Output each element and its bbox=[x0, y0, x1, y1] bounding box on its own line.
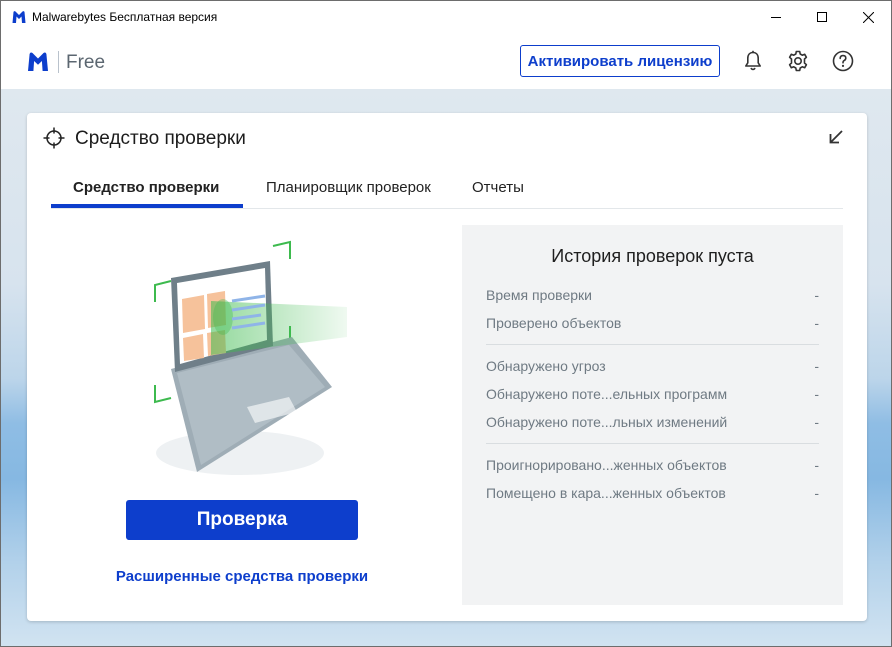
history-row-value: - bbox=[814, 315, 819, 331]
advanced-scanners-link[interactable]: Расширенные средства проверки bbox=[87, 568, 397, 585]
history-row: Проигнорировано...женных объектов - bbox=[486, 457, 819, 477]
close-icon bbox=[862, 11, 874, 23]
history-row-label: Обнаружено поте...ельных программ bbox=[486, 386, 728, 402]
history-row: Помещено в кара...женных объектов - bbox=[486, 485, 819, 505]
history-row: Обнаружено поте...ельных программ - bbox=[486, 386, 819, 406]
notifications-bell-icon[interactable] bbox=[741, 49, 765, 73]
activate-license-button[interactable]: Активировать лицензию bbox=[520, 45, 720, 77]
history-row-value: - bbox=[814, 386, 819, 402]
collapse-arrow-icon[interactable] bbox=[827, 128, 845, 146]
window-title: Malwarebytes Бесплатная версия bbox=[32, 10, 218, 24]
laptop-scan-illustration bbox=[154, 240, 347, 475]
tab-scanner[interactable]: Средство проверки bbox=[73, 179, 219, 196]
scan-button[interactable]: Проверка bbox=[126, 500, 358, 540]
scanner-tabs: Средство проверки Планировщик проверок О… bbox=[51, 171, 843, 209]
history-row-label: Обнаружено поте...льных изменений bbox=[486, 414, 728, 430]
history-row-label: Время проверки bbox=[486, 287, 592, 303]
malwarebytes-brand-icon bbox=[28, 52, 48, 71]
history-row-label: Проверено объектов bbox=[486, 315, 622, 331]
history-row-value: - bbox=[814, 485, 819, 501]
history-row-label: Проигнорировано...женных объектов bbox=[486, 457, 727, 473]
title-bar: Malwarebytes Бесплатная версия bbox=[1, 1, 891, 33]
maximize-button[interactable] bbox=[799, 1, 845, 33]
history-row-value: - bbox=[814, 457, 819, 473]
history-title: История проверок пуста bbox=[551, 246, 754, 266]
minimize-button[interactable] bbox=[753, 1, 799, 33]
scanner-card: Средство проверки Средство проверки План… bbox=[27, 113, 867, 621]
scan-history-panel: История проверок пуста Время проверки - … bbox=[462, 225, 843, 605]
history-row-value: - bbox=[814, 414, 819, 430]
history-row-label: Помещено в кара...женных объектов bbox=[486, 485, 726, 501]
maximize-icon bbox=[817, 12, 827, 22]
help-icon[interactable] bbox=[831, 49, 855, 73]
app-header: Free Активировать лицензию bbox=[1, 33, 891, 89]
active-tab-indicator bbox=[51, 204, 243, 208]
history-row: Время проверки - bbox=[486, 287, 819, 307]
history-row: Обнаружено поте...льных изменений - bbox=[486, 414, 819, 434]
history-row: Обнаружено угроз - bbox=[486, 358, 819, 378]
card-title: Средство проверки bbox=[75, 128, 246, 149]
crosshair-icon bbox=[43, 127, 65, 149]
app-window: Malwarebytes Бесплатная версия Free Акти… bbox=[0, 0, 892, 647]
close-button[interactable] bbox=[845, 1, 891, 33]
brand-separator bbox=[58, 51, 59, 73]
tab-scan-scheduler[interactable]: Планировщик проверок bbox=[266, 179, 431, 196]
history-row-value: - bbox=[814, 358, 819, 374]
malwarebytes-logo-icon bbox=[12, 11, 26, 23]
history-row-label: Обнаружено угроз bbox=[486, 358, 606, 374]
settings-gear-icon[interactable] bbox=[786, 49, 810, 73]
history-row: Проверено объектов - bbox=[486, 315, 819, 335]
history-row-value: - bbox=[814, 287, 819, 303]
history-divider bbox=[486, 344, 819, 345]
tab-reports[interactable]: Отчеты bbox=[472, 179, 524, 196]
minimize-icon bbox=[771, 17, 781, 18]
edition-label: Free bbox=[66, 52, 106, 73]
history-divider bbox=[486, 443, 819, 444]
